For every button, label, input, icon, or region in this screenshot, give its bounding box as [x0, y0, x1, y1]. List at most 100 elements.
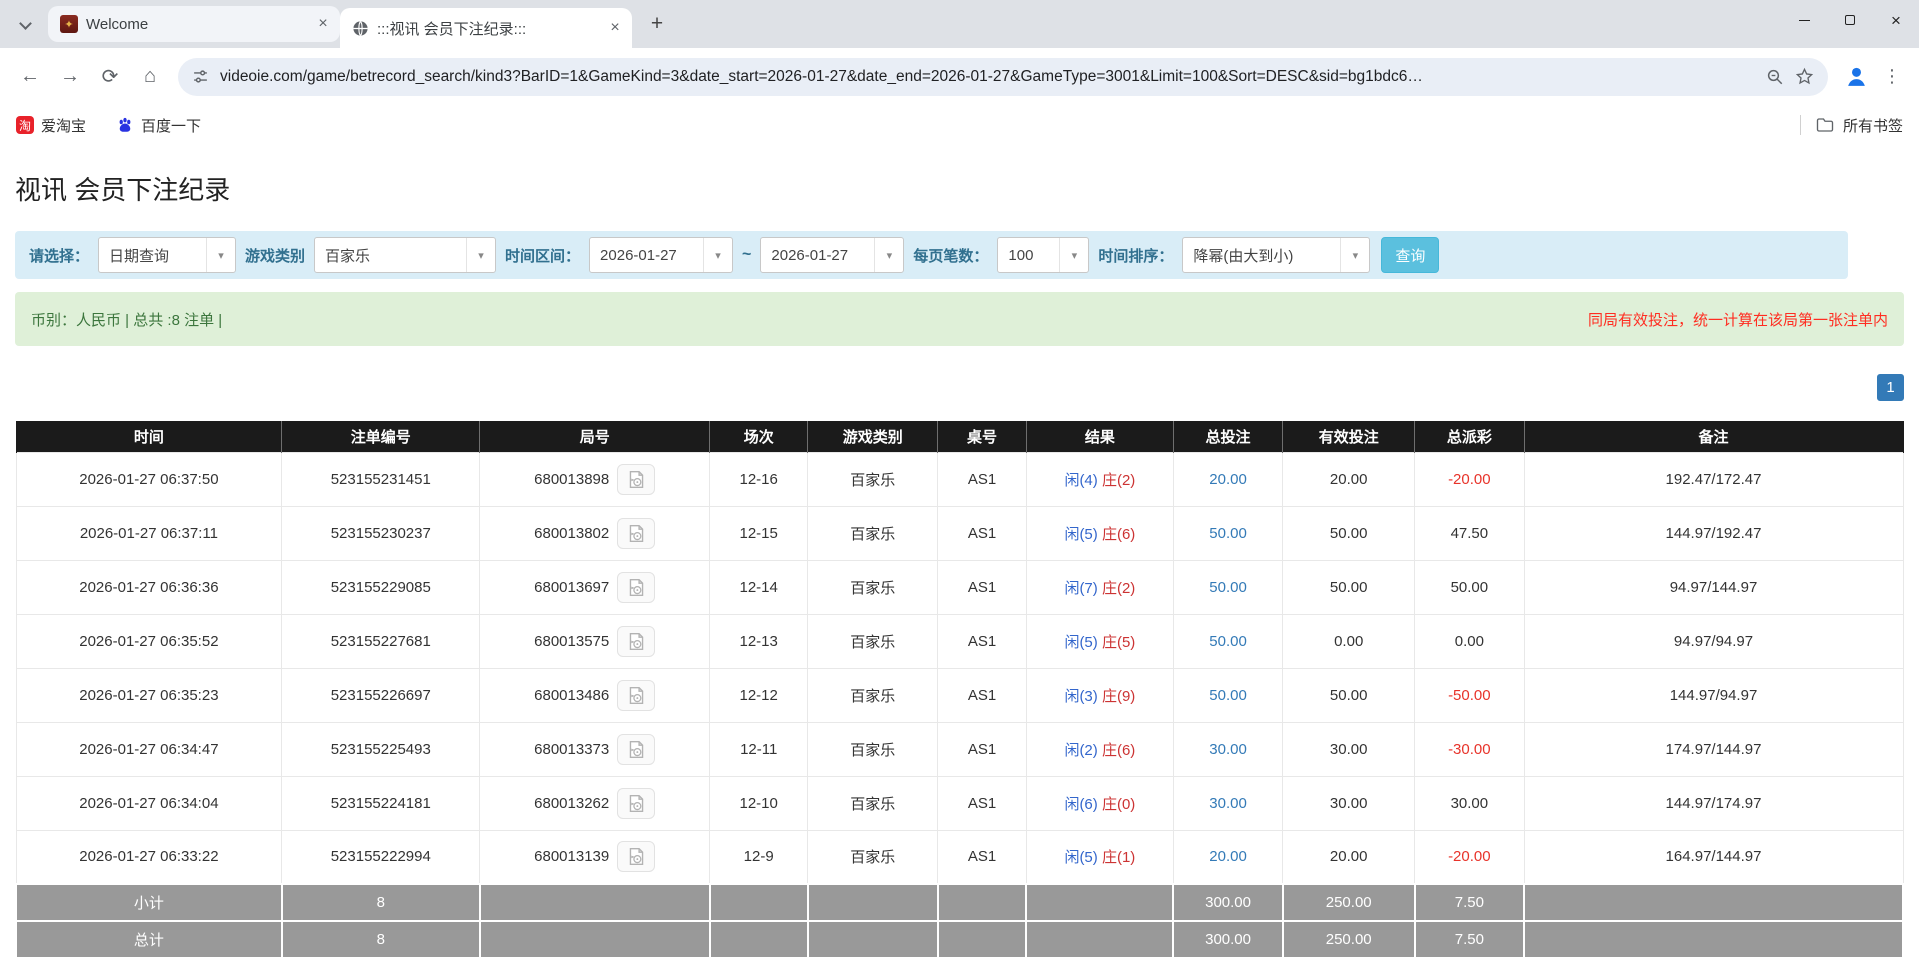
- new-tab-button[interactable]: +: [642, 9, 672, 39]
- cell-session: 12-9: [710, 830, 808, 884]
- round-id-text: 680013139: [534, 848, 609, 865]
- cell-total-bet[interactable]: 20.00: [1173, 452, 1282, 506]
- result-player: 闲(4): [1064, 472, 1097, 489]
- video-replay-button[interactable]: [617, 518, 655, 549]
- column-header: 结果: [1026, 421, 1173, 452]
- table-row: 2026-01-27 06:35:23 523155226697 6800134…: [16, 668, 1903, 722]
- sort-value: 降幂(由大到小): [1183, 245, 1340, 266]
- forward-button[interactable]: →: [50, 57, 90, 97]
- total-payout: 7.50: [1415, 921, 1524, 958]
- cell-total-bet[interactable]: 30.00: [1173, 776, 1282, 830]
- cell-round-id: 680013802: [480, 506, 710, 560]
- table-row: 2026-01-27 06:36:36 523155229085 6800136…: [16, 560, 1903, 614]
- footer-empty-cell: [1524, 884, 1903, 921]
- maximize-button[interactable]: [1827, 0, 1873, 40]
- subtotal-row: 小计 8 300.00 250.00 7.50: [16, 884, 1903, 921]
- video-replay-button[interactable]: [617, 626, 655, 657]
- subtotal-valid-bet: 250.00: [1283, 884, 1415, 921]
- video-replay-button[interactable]: [617, 734, 655, 765]
- cell-time: 2026-01-27 06:34:47: [16, 722, 282, 776]
- cell-round-id: 680013486: [480, 668, 710, 722]
- cell-game-kind: 百家乐: [808, 560, 938, 614]
- profile-avatar[interactable]: [1844, 64, 1869, 89]
- caret-down-icon: ▾: [1059, 238, 1088, 272]
- minimize-button[interactable]: [1781, 0, 1827, 40]
- game-kind-value: 百家乐: [315, 245, 466, 266]
- close-window-button[interactable]: ×: [1873, 0, 1919, 40]
- all-bookmarks[interactable]: 所有书签: [1800, 115, 1903, 136]
- cell-total-bet[interactable]: 50.00: [1173, 614, 1282, 668]
- cell-game-kind: 百家乐: [808, 830, 938, 884]
- date-end-value: 2026-01-27: [761, 247, 874, 264]
- cell-valid-bet: 20.00: [1283, 452, 1415, 506]
- date-end-select[interactable]: 2026-01-27 ▾: [760, 237, 904, 273]
- reload-button[interactable]: ⟳: [90, 57, 130, 97]
- result-player: 闲(6): [1064, 796, 1097, 813]
- cell-remark: 174.97/144.97: [1524, 722, 1903, 776]
- cell-remark: 144.97/174.97: [1524, 776, 1903, 830]
- cell-payout: -30.00: [1415, 722, 1524, 776]
- cell-remark: 164.97/144.97: [1524, 830, 1903, 884]
- page-1-button[interactable]: 1: [1877, 374, 1904, 401]
- bookmark-aitaobao[interactable]: 淘 爱淘宝: [16, 115, 86, 136]
- bookmark-baidu[interactable]: 百度一下: [116, 115, 201, 136]
- browser-menu-icon[interactable]: ⋮: [1883, 66, 1901, 87]
- total-row: 总计 8 300.00 250.00 7.50: [16, 921, 1903, 958]
- date-start-select[interactable]: 2026-01-27 ▾: [589, 237, 733, 273]
- cell-round-id: 680013697: [480, 560, 710, 614]
- video-replay-button[interactable]: [617, 680, 655, 711]
- cell-result: 闲(7) 庄(2): [1026, 560, 1173, 614]
- query-type-select[interactable]: 日期查询 ▾: [98, 237, 236, 273]
- search-button[interactable]: 查询: [1381, 237, 1439, 273]
- footer-empty-cell: [1524, 921, 1903, 958]
- cell-total-bet[interactable]: 30.00: [1173, 722, 1282, 776]
- tab-search-button[interactable]: [10, 10, 40, 40]
- result-banker: 庄(6): [1102, 526, 1135, 543]
- bookmark-star-icon[interactable]: [1795, 67, 1814, 86]
- close-tab-icon[interactable]: ×: [606, 19, 624, 37]
- back-button[interactable]: ←: [10, 57, 50, 97]
- cell-bet-id: 523155229085: [282, 560, 480, 614]
- round-id-text: 680013486: [534, 687, 609, 704]
- welcome-favicon-icon: ✦: [60, 15, 78, 33]
- game-kind-select[interactable]: 百家乐 ▾: [314, 237, 496, 273]
- date-start-value: 2026-01-27: [590, 247, 703, 264]
- cell-result: 闲(6) 庄(0): [1026, 776, 1173, 830]
- all-bookmarks-label: 所有书签: [1843, 115, 1903, 136]
- video-replay-button[interactable]: [617, 788, 655, 819]
- column-header: 总派彩: [1415, 421, 1524, 452]
- site-settings-icon[interactable]: [192, 68, 209, 85]
- cell-round-id: 680013139: [480, 830, 710, 884]
- cell-table-id: AS1: [938, 560, 1027, 614]
- sort-select[interactable]: 降幂(由大到小) ▾: [1182, 237, 1370, 273]
- cell-total-bet[interactable]: 50.00: [1173, 560, 1282, 614]
- cell-total-bet[interactable]: 50.00: [1173, 668, 1282, 722]
- cell-remark: 144.97/94.97: [1524, 668, 1903, 722]
- cell-valid-bet: 30.00: [1283, 722, 1415, 776]
- zoom-icon[interactable]: [1766, 68, 1784, 86]
- footer-empty-cell: [808, 921, 938, 958]
- cell-total-bet[interactable]: 50.00: [1173, 506, 1282, 560]
- video-replay-button[interactable]: [617, 841, 655, 872]
- home-button[interactable]: ⌂: [130, 57, 170, 97]
- cell-bet-id: 523155231451: [282, 452, 480, 506]
- cell-total-bet[interactable]: 20.00: [1173, 830, 1282, 884]
- cell-session: 12-15: [710, 506, 808, 560]
- video-replay-button[interactable]: [617, 464, 655, 495]
- url-text[interactable]: videoie.com/game/betrecord_search/kind3?…: [220, 68, 1755, 86]
- cell-session: 12-11: [710, 722, 808, 776]
- tab-betrecord[interactable]: :::视讯 会员下注纪录::: ×: [340, 8, 632, 48]
- tab-welcome[interactable]: ✦ Welcome ×: [48, 6, 340, 42]
- video-replay-button[interactable]: [617, 572, 655, 603]
- browser-toolbar: ← → ⟳ ⌂ videoie.com/game/betrecord_searc…: [0, 48, 1919, 105]
- cell-result: 闲(2) 庄(6): [1026, 722, 1173, 776]
- footer-empty-cell: [1026, 921, 1173, 958]
- filter-bar: 请选择： 日期查询 ▾ 游戏类别 百家乐 ▾ 时间区间： 2026-01-27 …: [15, 231, 1848, 279]
- per-page-select[interactable]: 100 ▾: [997, 237, 1089, 273]
- address-bar[interactable]: videoie.com/game/betrecord_search/kind3?…: [178, 58, 1828, 96]
- cell-remark: 94.97/144.97: [1524, 560, 1903, 614]
- result-player: 闲(2): [1064, 742, 1097, 759]
- cell-bet-id: 523155224181: [282, 776, 480, 830]
- bet-record-table: 时间注单编号局号场次游戏类别桌号结果总投注有效投注总派彩备注 2026-01-2…: [15, 421, 1904, 959]
- close-tab-icon[interactable]: ×: [314, 15, 332, 33]
